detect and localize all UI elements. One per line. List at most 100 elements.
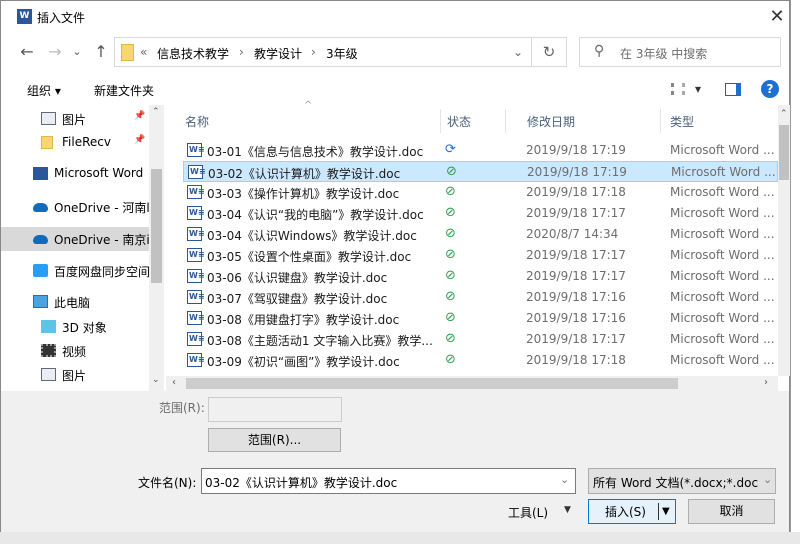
forward-button[interactable]: → [45,41,65,63]
sidebar-item[interactable]: 3D 对象 [1,315,149,339]
sidebar-item-label: 图片 [62,113,87,127]
breadcrumb-separator[interactable]: › [311,45,316,59]
baidu-icon [33,264,48,277]
sidebar-item[interactable]: 视频 [1,339,149,363]
file-type: Microsoft Word ... [670,227,775,241]
file-type: Microsoft Word ... [671,165,776,179]
file-row[interactable]: W≡ 03-08《主题活动1 文字输入比赛》教学... ⊘ 2019/9/18 17:… [183,329,778,350]
sidebar-item[interactable]: OneDrive - 河南l [1,195,149,219]
breadcrumb-item[interactable]: 信息技术教学 [157,45,229,62]
range-input[interactable] [208,397,342,422]
breadcrumb-item[interactable]: 3年级 [326,45,358,62]
search-placeholder: 在 3年级 中搜索 [620,47,708,61]
chevron-down-icon[interactable]: ⌄ [513,45,523,59]
back-button[interactable]: ← [17,41,37,63]
help-icon[interactable]: ? [761,80,779,98]
scrollbar-thumb[interactable] [186,378,678,389]
scroll-up-icon[interactable]: ⌃ [780,109,788,119]
organize-button[interactable]: 组织 ▾ [27,82,61,99]
refresh-button[interactable]: ↻ [531,37,567,67]
file-type: Microsoft Word ... [670,206,775,220]
search-input[interactable]: ⚲ 在 3年级 中搜索 [579,37,781,67]
search-icon: ⚲ [594,43,605,59]
view-dropdown-arrow[interactable]: ▾ [695,82,701,96]
column-divider[interactable] [660,109,661,133]
recent-locations-button[interactable]: ⌄ [67,41,87,63]
insert-dropdown-arrow[interactable]: ▼ [662,501,670,523]
toolbar: 组织 ▾ 新建文件夹 ▾ ? [1,77,789,103]
column-header-date[interactable]: 修改日期 [527,113,575,130]
file-type: Microsoft Word ... [670,185,775,199]
sidebar-item[interactable]: OneDrive - 南京i [1,227,149,251]
file-list-vertical-scrollbar[interactable]: ⌃ [778,105,790,376]
view-options-icon[interactable] [671,83,685,95]
sidebar-item[interactable]: FileRecv 📌 [1,131,149,155]
file-type-value: 所有 Word 文档(*.docx;*.docı [593,476,759,490]
synced-check-icon: ⊘ [445,268,456,283]
file-row[interactable]: W≡ 03-08《用键盘打字》教学设计.doc ⊘ 2019/9/18 17:16 Mi… [183,308,778,329]
file-name: 03-08《用键盘打字》教学设计.doc [207,313,400,327]
breadcrumb-overflow[interactable]: « [140,45,147,59]
word-doc-icon: W≡ [188,165,206,179]
file-row[interactable]: W≡ 03-01《信息与信息技术》教学设计.doc ⟳ 2019/9/18 17:19… [183,140,778,161]
range-button[interactable]: 范围(R)... [208,428,341,452]
sidebar-item[interactable]: Microsoft Word [1,162,149,186]
up-button[interactable]: ↑ [91,41,111,63]
scroll-up-icon[interactable]: ⌃ [152,107,160,117]
chevron-down-icon[interactable]: ⌄ [560,473,569,486]
chevron-down-icon: ⌄ [763,473,773,486]
file-row[interactable]: W≡ 03-02《认识计算机》教学设计.doc ⊘ 2019/9/18 17:19 Mi… [183,161,778,182]
file-name: 03-05《设置个性桌面》教学设计.doc [207,250,412,264]
pin-icon[interactable]: 📌 [134,111,145,121]
breadcrumb-separator[interactable]: › [239,45,244,59]
file-row[interactable]: W≡ 03-09《初识“画图”》教学设计.doc ⊘ 2019/9/18 17:18 M… [183,350,778,371]
word-doc-icon: W≡ [187,143,205,157]
tools-button[interactable]: 工具(L) [508,504,548,521]
pin-icon[interactable]: 📌 [134,135,145,145]
word-doc-icon: W≡ [187,290,205,304]
file-type: Microsoft Word ... [670,311,775,325]
file-list: ^ 名称 状态 修改日期 类型 W≡ 03-01《信息与信息技术》教学设计.doc… [166,100,790,391]
sidebar-item-label: OneDrive - 南京i [54,233,149,247]
sidebar-item[interactable]: 百度网盘同步空间 [1,259,149,283]
address-bar[interactable]: « 信息技术教学 › 教学设计 › 3年级 ⌄ [114,37,567,67]
sidebar-item[interactable]: 图片 📌 [1,107,149,131]
breadcrumb-item[interactable]: 教学设计 [254,45,302,62]
new-folder-button[interactable]: 新建文件夹 [94,82,154,99]
file-type-select[interactable]: 所有 Word 文档(*.docx;*.docı ⌄ [588,468,776,494]
close-icon[interactable]: ✕ [763,3,791,31]
folder-icon [121,44,134,61]
file-name: 03-07《驾驭键盘》教学设计.doc [207,292,388,306]
column-header-type[interactable]: 类型 [670,113,694,130]
sidebar-item[interactable]: 图片 [1,363,149,387]
word-doc-icon: W≡ [187,227,205,241]
scroll-right-icon[interactable]: › [764,377,768,388]
column-divider[interactable] [505,109,506,133]
scrollbar-thumb[interactable] [151,169,162,283]
column-divider[interactable] [440,109,441,133]
word-doc-icon: W≡ [187,248,205,262]
cancel-button[interactable]: 取消 [688,499,775,524]
filename-input[interactable]: 03-02《认识计算机》教学设计.doc ⌄ [201,468,576,494]
file-row[interactable]: W≡ 03-04《认识“我的电脑”》教学设计.doc ⊘ 2019/9/18 17:1… [183,203,778,224]
column-header-name[interactable]: 名称 [185,113,209,130]
column-header-status[interactable]: 状态 [447,113,471,130]
file-row[interactable]: W≡ 03-05《设置个性桌面》教学设计.doc ⊘ 2019/9/18 17:17 M… [183,245,778,266]
preview-pane-icon[interactable] [725,83,741,96]
file-row[interactable]: W≡ 03-07《驾驭键盘》教学设计.doc ⊘ 2019/9/18 17:16 Mic… [183,287,778,308]
scroll-left-icon[interactable]: ‹ [172,377,176,388]
scrollbar-thumb[interactable] [779,125,789,180]
file-row[interactable]: W≡ 03-04《认识Windows》教学设计.doc ⊘ 2020/8/7 14:3… [183,224,778,245]
file-type: Microsoft Word ... [670,269,775,283]
insert-button[interactable]: 插入(S) ▼ [588,499,676,524]
scroll-down-icon[interactable]: ⌄ [152,375,160,385]
sidebar-item[interactable]: 此电脑 [1,290,149,314]
file-row[interactable]: W≡ 03-03《操作计算机》教学设计.doc ⊘ 2019/9/18 17:18 Mi… [183,182,778,203]
file-row[interactable]: W≡ 03-06《认识键盘》教学设计.doc ⊘ 2019/9/18 17:17 Mic… [183,266,778,287]
word-doc-icon: W≡ [187,332,205,346]
sync-pending-icon: ⟳ [445,142,456,157]
file-list-horizontal-scrollbar[interactable]: ‹ › [166,376,778,391]
insert-label: 插入(S) [605,505,646,519]
sidebar-scrollbar[interactable]: ⌃ ⌄ [149,105,164,391]
tools-dropdown-arrow[interactable]: ▼ [564,505,571,515]
